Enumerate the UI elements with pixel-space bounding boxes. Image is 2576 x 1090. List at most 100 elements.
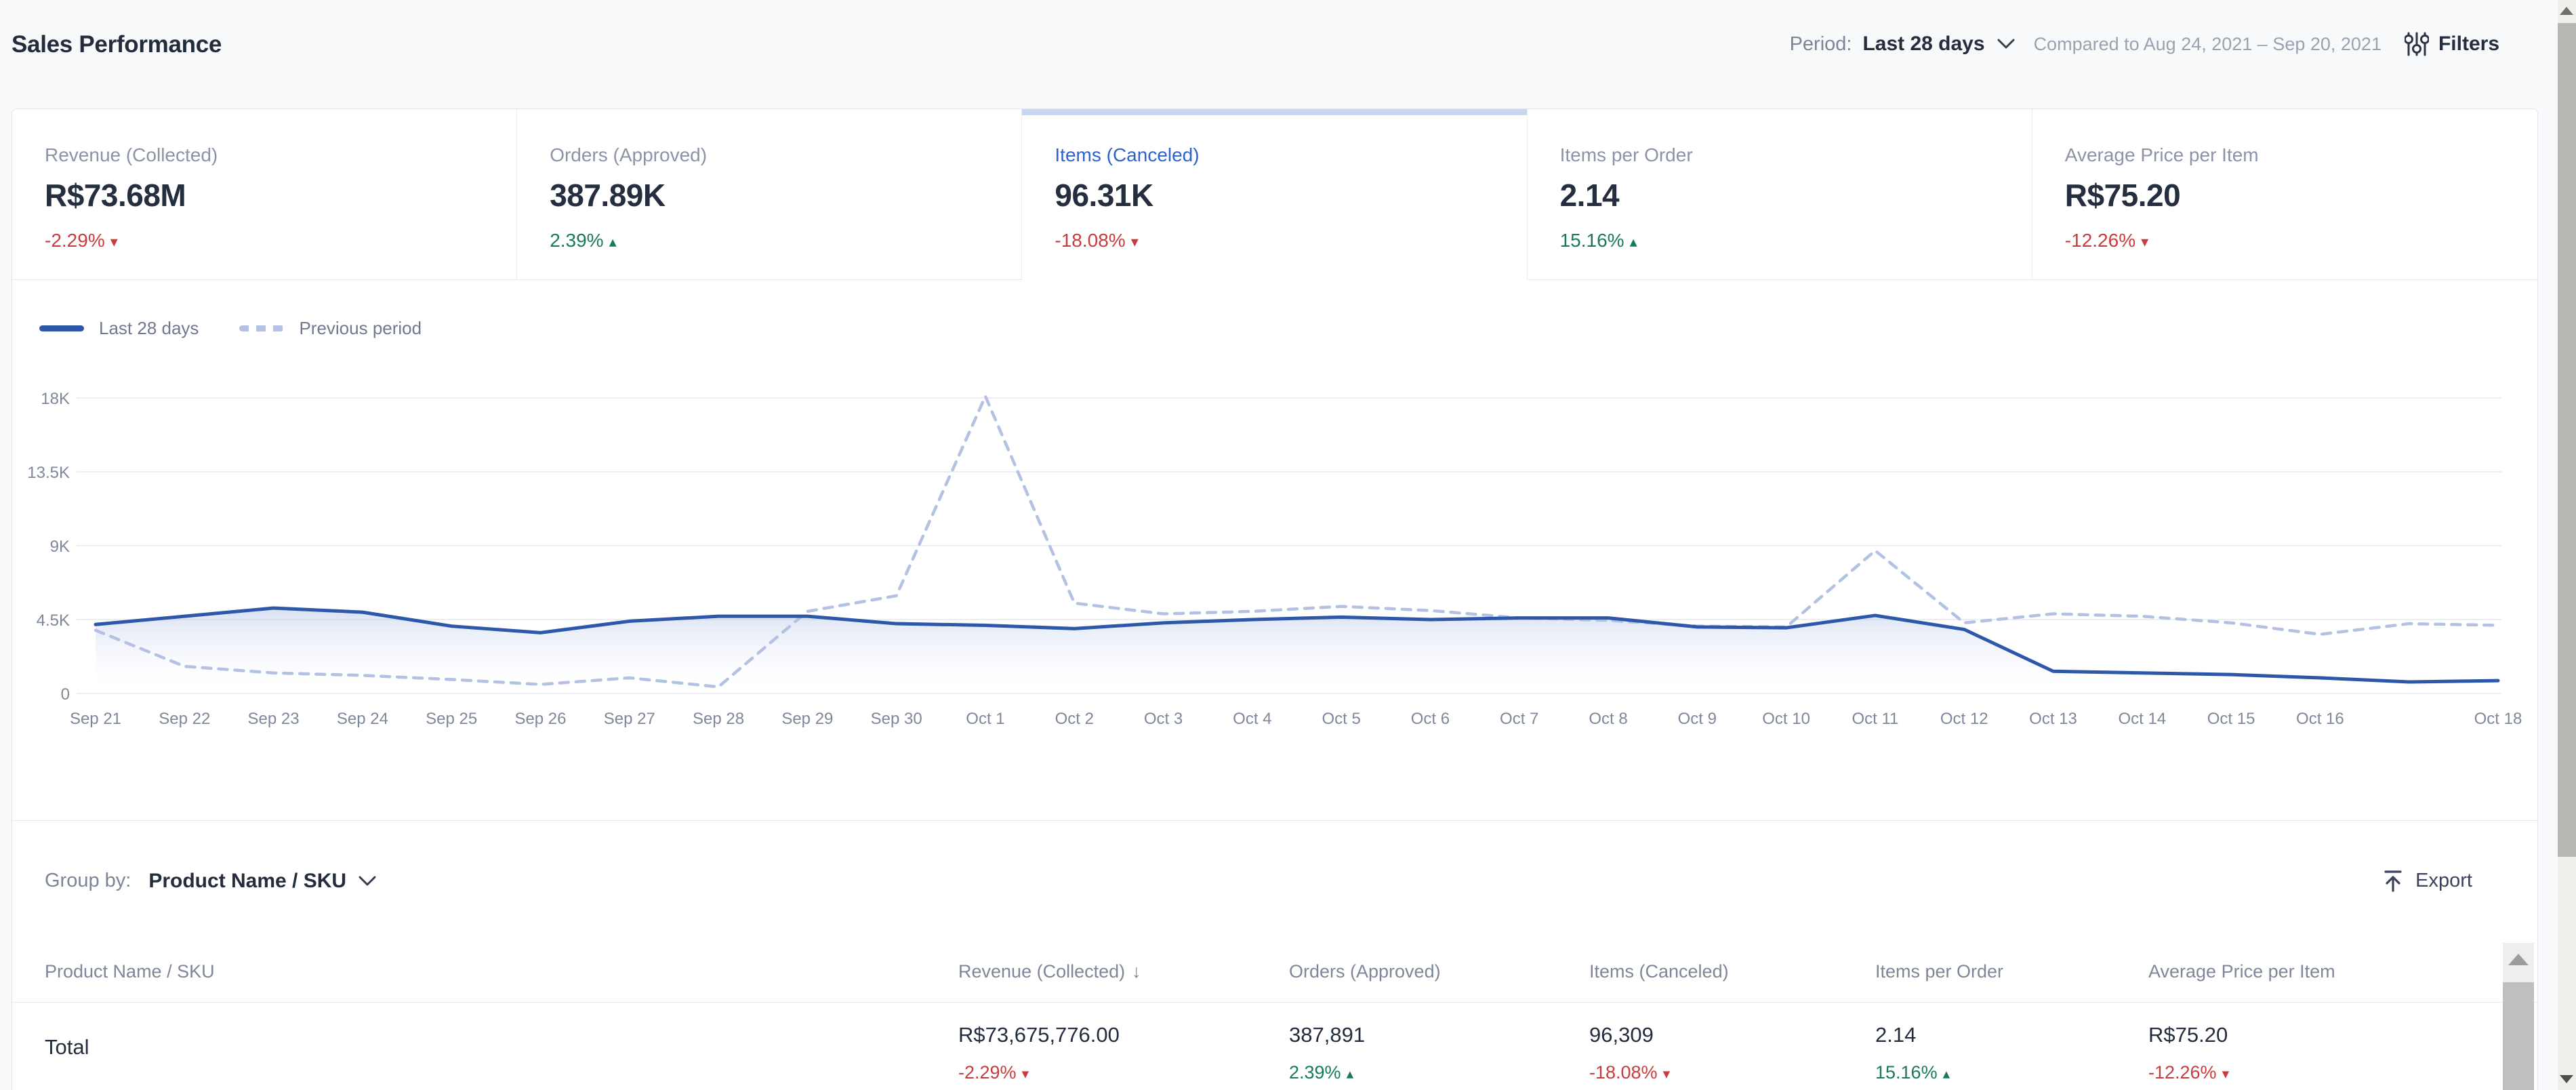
triangle-up-icon: ▴ <box>1943 1066 1950 1082</box>
scroll-up-arrow-icon[interactable] <box>2560 7 2573 15</box>
total-cell-delta: -2.29%▾ <box>958 1062 1289 1083</box>
kpi-tab-revenue-collected[interactable]: Revenue (Collected)R$73.68M-2.29%▾ <box>12 109 517 280</box>
chevron-down-icon <box>359 876 376 887</box>
x-axis-tick-label: Sep 26 <box>514 710 566 728</box>
delta-value: 2.39% <box>1289 1062 1341 1083</box>
triangle-down-icon: ▾ <box>1663 1066 1671 1082</box>
column-header-items-per-order[interactable]: Items per Order <box>1875 961 2148 982</box>
legend-item-last-28-days: Last 28 days <box>39 318 199 339</box>
export-label: Export <box>2415 870 2472 892</box>
kpi-value: R$75.20 <box>2065 177 2510 214</box>
kpi-tab-orders-approved[interactable]: Orders (Approved) 387.89K 2.39% ▴ <box>517 109 1022 280</box>
x-axis-tick-label: Sep 25 <box>426 710 477 728</box>
triangle-up-icon: ▴ <box>1630 233 1637 250</box>
x-axis-tick-label: Oct 7 <box>1500 710 1538 728</box>
kpi-delta-badge: -18.08%▾ <box>1055 230 1499 251</box>
total-cell-value: R$73,675,776.00 <box>958 1023 1289 1047</box>
filters-button[interactable]: Filters <box>2405 31 2499 57</box>
kpi-label: Revenue (Collected) <box>45 144 489 166</box>
total-cell-delta: 15.16%▴ <box>1875 1062 2148 1083</box>
kpi-label: Orders (Approved) <box>550 144 994 166</box>
period-label: Period: <box>1790 33 1852 56</box>
scroll-up-arrow-icon[interactable] <box>2508 954 2529 965</box>
scroll-down-arrow-icon[interactable] <box>2560 1075 2573 1083</box>
delta-value: -12.26% <box>2148 1062 2217 1083</box>
x-axis-tick-label: Sep 30 <box>871 710 922 728</box>
x-axis-tick-label: Sep 24 <box>337 710 388 728</box>
kpi-delta-value: 2.39% <box>550 230 603 251</box>
kpi-delta-value: -18.08% <box>1055 230 1125 251</box>
x-axis-tick-label: Oct 11 <box>1852 710 1898 728</box>
kpi-label: Items per Order <box>1560 144 2005 166</box>
x-axis-tick-label: Sep 22 <box>159 710 210 728</box>
kpi-tab-items-canceled[interactable]: Items (Canceled)96.31K-18.08%▾ <box>1022 109 1527 280</box>
kpi-tab-items-per-order[interactable]: Items per Order2.1415.16%▴ <box>1528 109 2032 280</box>
kpi-value: 387.89K <box>550 177 994 214</box>
y-axis-tick-label: 0 <box>61 685 70 704</box>
kpi-label: Items (Canceled) <box>1055 144 1499 166</box>
kpi-tab-average-price-per-item[interactable]: Average Price per Item R$75.20 -12.26%▾ <box>2032 109 2537 280</box>
x-axis-tick-label: Oct 8 <box>1589 710 1627 728</box>
triangle-down-icon: ▾ <box>2141 233 2148 250</box>
table-scrollbar[interactable] <box>2503 943 2534 1090</box>
x-axis-tick-label: Sep 21 <box>70 710 121 728</box>
kpi-label: Average Price per Item <box>2065 144 2510 166</box>
x-axis-tick-label: Sep 29 <box>781 710 833 728</box>
group-by-value: Product Name / SKU <box>148 870 346 893</box>
dashboard-card: Revenue (Collected)R$73.68M-2.29%▾Orders… <box>12 108 2538 1090</box>
group-by-label: Group by: <box>45 870 131 892</box>
x-axis-tick-label: Sep 27 <box>604 710 655 728</box>
export-button[interactable]: Export <box>2381 869 2472 893</box>
x-axis-tick-label: Oct 2 <box>1055 710 1094 728</box>
kpi-delta-badge: 2.39% ▴ <box>550 230 994 251</box>
solid-line-swatch <box>39 325 84 331</box>
column-header-items-canceled[interactable]: Items (Canceled) <box>1589 961 1875 982</box>
x-axis-tick-label: Oct 3 <box>1144 710 1183 728</box>
chart-area: Last 28 daysPrevious period 04.5K9K13.5K… <box>12 280 2537 820</box>
filters-label: Filters <box>2438 33 2499 56</box>
y-axis-tick-label: 4.5K <box>37 611 70 630</box>
page-scrollbar-thumb[interactable] <box>2558 23 2576 857</box>
export-icon <box>2381 869 2405 893</box>
table-total-row: TotalR$73,675,776.00-2.29%▾387,8912.39%▴… <box>12 1003 2537 1090</box>
page-scrollbar[interactable] <box>2558 0 2576 1090</box>
dashed-line-swatch <box>239 325 284 331</box>
triangle-up-icon: ▴ <box>1347 1066 1354 1082</box>
triangle-up-icon: ▴ <box>609 233 617 250</box>
kpi-value: R$73.68M <box>45 177 489 214</box>
total-cell-delta: 2.39% ▴ <box>1289 1062 1589 1083</box>
kpi-delta-value: 15.16% <box>1560 230 1624 251</box>
total-cell: R$75.20-12.26%▾ <box>2148 1023 2537 1090</box>
delta-value: -2.29% <box>958 1062 1017 1083</box>
line-chart[interactable]: 04.5K9K13.5K18KSep 21Sep 22Sep 23Sep 24S… <box>28 370 2522 750</box>
page-title: Sales Performance <box>12 31 222 58</box>
group-by-select[interactable]: Product Name / SKU <box>148 870 376 893</box>
column-header-orders-approved[interactable]: Orders (Approved) <box>1289 961 1589 982</box>
x-axis-tick-label: Oct 4 <box>1233 710 1271 728</box>
triangle-down-icon: ▾ <box>2222 1066 2230 1082</box>
total-cell: R$73,675,776.00 -2.29%▾ <box>958 1023 1289 1090</box>
column-header-average-price-per-item[interactable]: Average Price per Item <box>2148 961 2537 982</box>
table-toolbar: Group by: Product Name / SKU Export <box>12 820 2537 941</box>
kpi-delta-badge: -12.26%▾ <box>2065 230 2510 251</box>
filter-sliders-icon <box>2405 31 2429 57</box>
legend-label: Previous period <box>299 318 422 339</box>
period-select[interactable]: Last 28 days <box>1862 33 2014 56</box>
delta-value: -18.08% <box>1589 1062 1658 1083</box>
column-header-product-name-sku[interactable]: Product Name / SKU <box>45 961 958 982</box>
legend-item-previous-period: Previous period <box>239 318 422 339</box>
selected-tab-indicator <box>1022 109 1526 115</box>
kpi-delta-badge: 15.16% ▴ <box>1560 230 2005 251</box>
table-scrollbar-thumb[interactable] <box>2503 982 2534 1090</box>
column-header-revenue-collected[interactable]: Revenue (Collected)↓ <box>958 961 1289 982</box>
total-cell: 2.1415.16%▴ <box>1875 1023 2148 1090</box>
sort-descending-icon: ↓ <box>1132 961 1141 982</box>
total-cell-value: 96,309 <box>1589 1023 1875 1047</box>
top-bar: Sales Performance Period: Last 28 days C… <box>0 0 2538 108</box>
total-cell-value: 387,891 <box>1289 1023 1589 1047</box>
x-axis-tick-label: Oct 15 <box>2207 710 2255 728</box>
chart-legend: Last 28 days Previous period <box>39 318 422 339</box>
x-axis-tick-label: Oct 10 <box>1762 710 1810 728</box>
total-cell-delta: -12.26% ▾ <box>2148 1062 2537 1083</box>
x-axis-tick-label: Oct 14 <box>2118 710 2166 728</box>
